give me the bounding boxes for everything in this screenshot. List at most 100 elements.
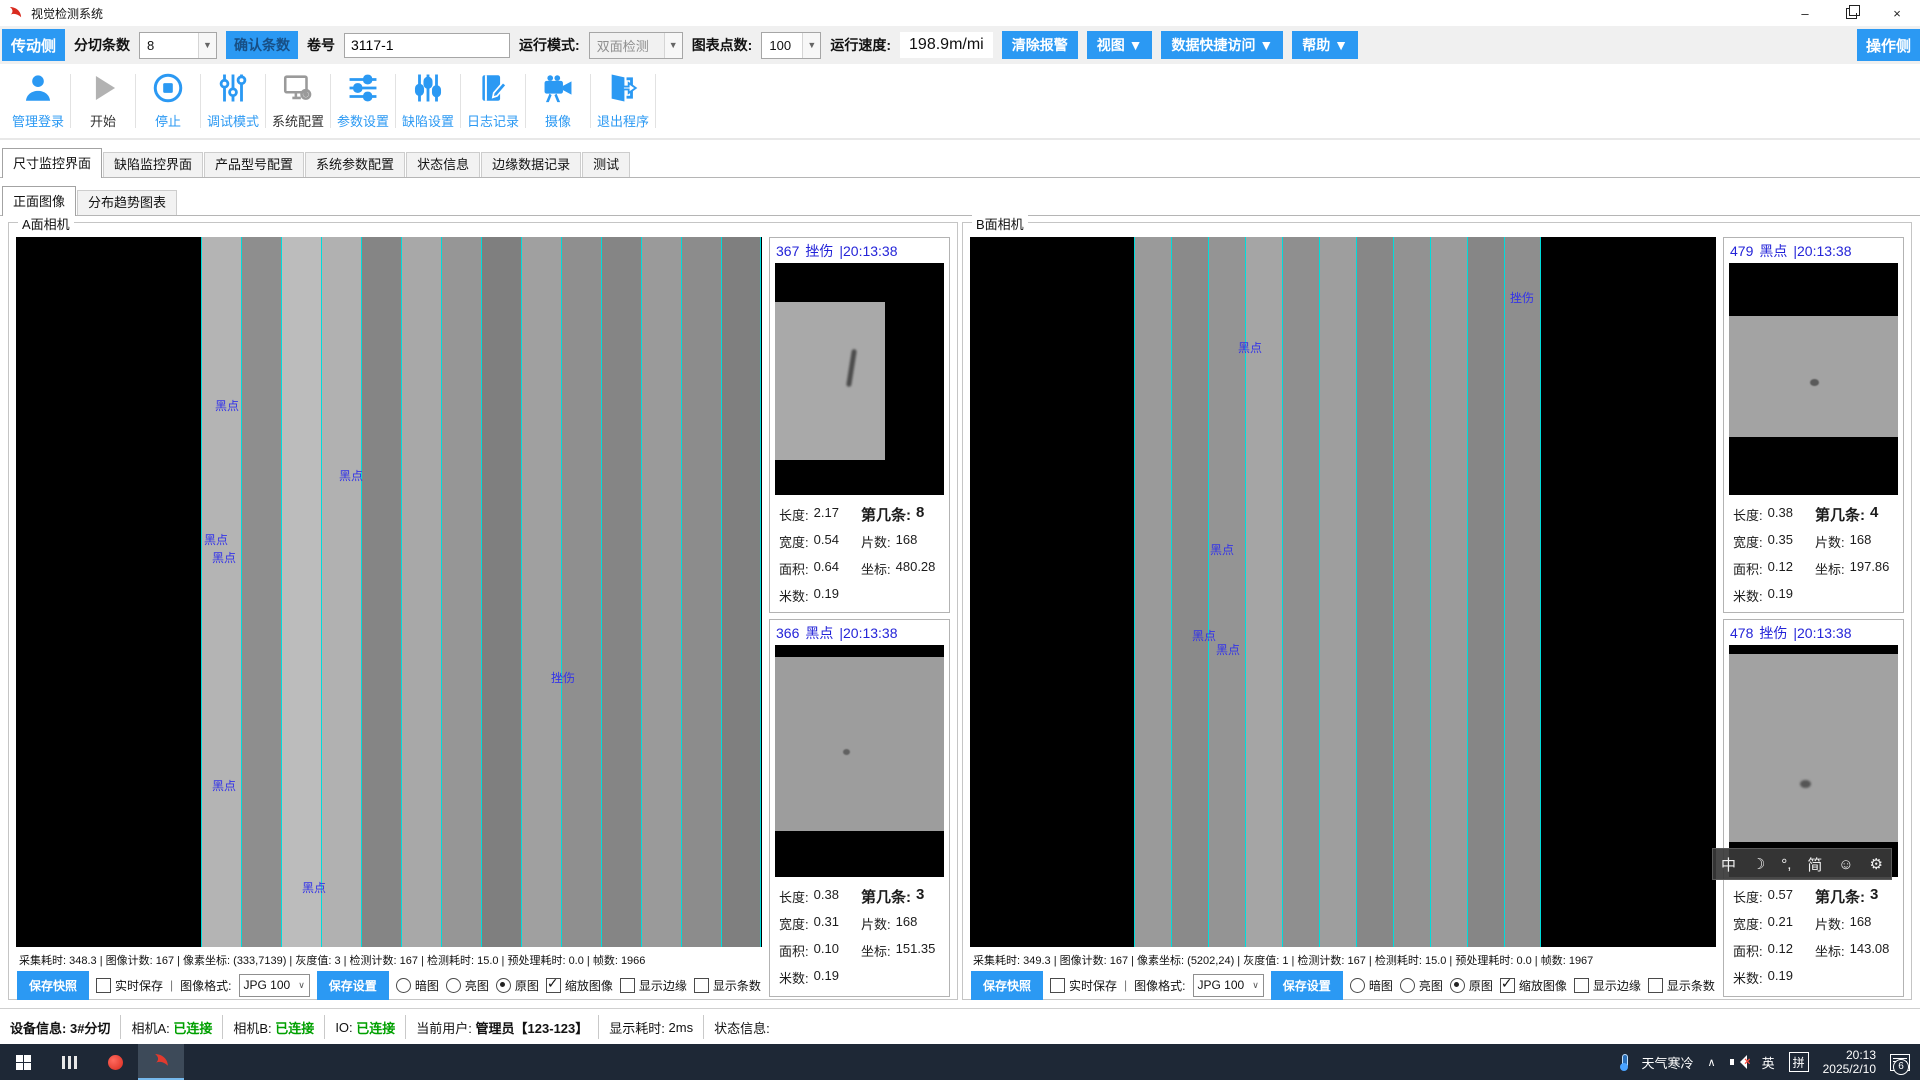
exit-program-button[interactable]: 退出程序 (591, 64, 655, 130)
defect-settings-button[interactable]: 缺陷设置 (396, 64, 460, 130)
bright-image-radio[interactable] (1400, 978, 1415, 993)
realtime-save-checkbox[interactable] (96, 978, 111, 993)
chevron-down-icon: ∨ (298, 980, 305, 991)
save-settings-button[interactable]: 保存设置 (317, 971, 389, 1000)
tab-main-3[interactable]: 系统参数配置 (305, 152, 405, 177)
original-image-radio[interactable] (1450, 978, 1465, 993)
detail-label: 片数: (861, 914, 891, 933)
tray-chevron-up-icon[interactable]: ∧ (1708, 1056, 1716, 1069)
system-config-button[interactable]: 系统配置 (266, 64, 330, 130)
detail-width: 宽度:0.35 (1733, 532, 1815, 551)
detail-pieces: 片数:168 (861, 532, 917, 551)
radio-bright-image[interactable]: 亮图 (1400, 977, 1443, 994)
defect-label: 黑点 (212, 549, 236, 566)
debug-mode-button[interactable]: 调试模式 (201, 64, 265, 130)
start-button[interactable]: 开始 (71, 64, 135, 130)
taskbar-app-active[interactable] (138, 1044, 184, 1080)
run-mode-combo[interactable]: 双面检测 ▼ (589, 32, 683, 59)
taskbar-app-1[interactable] (46, 1044, 92, 1080)
data-quick-access-button[interactable]: 数据快捷访问 ▼ (1161, 31, 1283, 59)
original-image-radio[interactable] (496, 978, 511, 993)
roll-number-input[interactable] (344, 33, 510, 58)
help-menu-button[interactable]: 帮助 ▼ (1292, 31, 1358, 59)
radio-dark-image[interactable]: 暗图 (396, 977, 439, 994)
slit-count-combo[interactable]: 8 ▼ (139, 32, 217, 59)
tab-sub-1[interactable]: 分布趋势图表 (77, 190, 177, 215)
camera-icon (540, 71, 576, 105)
checkbox-show-strip-count[interactable]: 显示条数 (694, 977, 761, 994)
tab-sub-0[interactable]: 正面图像 (2, 186, 76, 216)
checkbox-show-strip-count[interactable]: 显示条数 (1648, 977, 1715, 994)
action-center-icon[interactable]: 6 (1890, 1054, 1910, 1071)
log-record-button[interactable]: 日志记录 (461, 64, 525, 130)
detail-pieces: 片数:168 (861, 914, 917, 933)
drive-side-button[interactable]: 传动侧 (2, 29, 65, 61)
ime-mode-indicator[interactable]: 拼 (1789, 1052, 1809, 1072)
defect-label: 黑点 (212, 777, 236, 794)
tab-main-4[interactable]: 状态信息 (406, 152, 480, 177)
checkbox-zoom-image[interactable]: 缩放图像 (1500, 977, 1567, 994)
save-settings-button[interactable]: 保存设置 (1271, 971, 1343, 1000)
save-snapshot-button[interactable]: 保存快照 (17, 971, 89, 1000)
detail-value: 0.19 (814, 586, 839, 605)
show-edges-checkbox[interactable] (1574, 978, 1589, 993)
ime-settings-icon[interactable]: ⚙ (1870, 855, 1883, 873)
taskbar-app-2[interactable] (92, 1044, 138, 1080)
film-strip (641, 237, 681, 947)
tab-main-2[interactable]: 产品型号配置 (204, 152, 304, 177)
bright-image-radio[interactable] (446, 978, 461, 993)
defect-card[interactable]: 367挫伤|20:13:38长度:2.17第几条:8宽度:0.54片数:168面… (769, 237, 950, 613)
checkbox-realtime-save[interactable]: 实时保存 (1050, 977, 1117, 994)
ime-punctuation-icon[interactable]: °, (1781, 856, 1791, 873)
checkbox-show-edges[interactable]: 显示边缘 (1574, 977, 1641, 994)
show-strip-count-checkbox[interactable] (1648, 978, 1663, 993)
volume-muted-icon[interactable]: × (1730, 1055, 1748, 1069)
close-button[interactable]: × (1874, 0, 1920, 26)
view-menu-button[interactable]: 视图 ▼ (1087, 31, 1153, 59)
radio-original-image[interactable]: 原图 (1450, 977, 1493, 994)
minimize-button[interactable]: – (1782, 0, 1828, 26)
checkbox-show-edges[interactable]: 显示边缘 (620, 977, 687, 994)
ime-emoticon-icon[interactable]: ☺ (1838, 856, 1853, 873)
realtime-save-checkbox[interactable] (1050, 978, 1065, 993)
show-edges-checkbox[interactable] (620, 978, 635, 993)
start-button[interactable] (0, 1044, 46, 1080)
checkbox-zoom-image[interactable]: 缩放图像 (546, 977, 613, 994)
detail-label: 米数: (1733, 586, 1763, 605)
zoom-image-checkbox[interactable] (1500, 978, 1515, 993)
dark-image-radio[interactable] (1350, 978, 1365, 993)
checkbox-label: 缩放图像 (565, 977, 613, 994)
stop-button[interactable]: 停止 (136, 64, 200, 130)
dark-image-radio[interactable] (396, 978, 411, 993)
ime-lang-mode[interactable]: 中 (1721, 854, 1736, 875)
clock[interactable]: 20:13 2025/2/10 (1823, 1048, 1876, 1076)
tab-main-1[interactable]: 缺陷监控界面 (103, 152, 203, 177)
save-snapshot-button[interactable]: 保存快照 (971, 971, 1043, 1000)
defect-card[interactable]: 479黑点|20:13:38长度:0.38第几条:4宽度:0.35片数:168面… (1723, 237, 1904, 613)
param-settings-button[interactable]: 参数设置 (331, 64, 395, 130)
image-format-combo[interactable]: JPG 100∨ (1193, 974, 1264, 997)
tab-main-6[interactable]: 测试 (582, 152, 630, 177)
tab-main-5[interactable]: 边缘数据记录 (481, 152, 581, 177)
capture-button[interactable]: 摄像 (526, 64, 590, 130)
defect-card[interactable]: 366黑点|20:13:38长度:0.38第几条:3宽度:0.31片数:168面… (769, 619, 950, 997)
admin-login-button[interactable]: 管理登录 (6, 64, 70, 130)
ime-simplified-mode[interactable]: 简 (1807, 854, 1822, 875)
checkbox-realtime-save[interactable]: 实时保存 (96, 977, 163, 994)
confirm-count-button[interactable]: 确认条数 (226, 31, 298, 59)
radio-original-image[interactable]: 原图 (496, 977, 539, 994)
zoom-image-checkbox[interactable] (546, 978, 561, 993)
defect-card[interactable]: 478挫伤|20:13:38长度:0.57第几条:3宽度:0.21片数:168面… (1723, 619, 1904, 997)
ime-fullwidth-icon[interactable]: ☽ (1752, 855, 1765, 873)
image-format-combo[interactable]: JPG 100∨ (239, 974, 310, 997)
show-strip-count-checkbox[interactable] (694, 978, 709, 993)
clear-alarm-button[interactable]: 清除报警 (1002, 31, 1078, 59)
restore-button[interactable] (1828, 0, 1874, 26)
chart-points-combo[interactable]: 100 ▼ (761, 32, 821, 59)
radio-bright-image[interactable]: 亮图 (446, 977, 489, 994)
language-indicator[interactable]: 英 (1762, 1053, 1775, 1072)
radio-dark-image[interactable]: 暗图 (1350, 977, 1393, 994)
film-strip (281, 237, 321, 947)
operate-side-button[interactable]: 操作侧 (1857, 29, 1920, 61)
tab-main-0[interactable]: 尺寸监控界面 (2, 148, 102, 178)
